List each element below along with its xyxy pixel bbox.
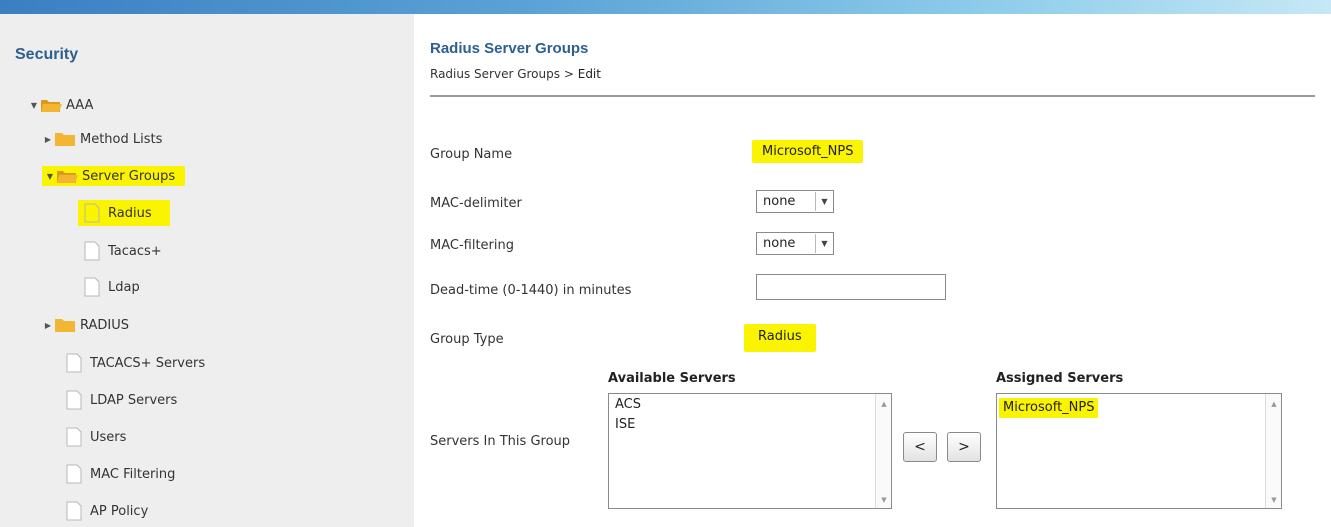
- page-icon: [82, 277, 102, 297]
- tree-item-label: Ldap: [108, 279, 140, 295]
- move-left-button[interactable]: <: [903, 432, 937, 462]
- assigned-servers-header: Assigned Servers: [996, 371, 1124, 386]
- top-banner: [0, 0, 1331, 14]
- collapsed-arrow-icon[interactable]: ▶: [42, 321, 54, 330]
- page-icon: [64, 353, 84, 373]
- tree-item-label: Tacacs+: [108, 243, 162, 259]
- tree-item-label: Server Groups: [82, 168, 176, 184]
- scroll-up-icon[interactable]: ▲: [1266, 400, 1282, 408]
- page-title: Radius Server Groups: [430, 40, 589, 57]
- group-type-label: Group Type: [430, 332, 504, 347]
- page-icon: [64, 501, 84, 521]
- tree-item-ap-policy[interactable]: AP Policy: [64, 498, 148, 524]
- page-icon: [82, 241, 102, 261]
- tree-item-label: Users: [90, 429, 127, 445]
- page-icon: [64, 427, 84, 447]
- tree-item-tacacs[interactable]: Tacacs+: [82, 238, 162, 264]
- breadcrumb-separator: >: [563, 67, 574, 81]
- scrollbar[interactable]: ▲ ▼: [875, 394, 891, 508]
- tree-item-label: TACACS+ Servers: [90, 355, 206, 371]
- list-item[interactable]: Microsoft_NPS: [997, 394, 1281, 422]
- mac-delimiter-select[interactable]: none ▼: [756, 190, 834, 213]
- tree-item-aaa[interactable]: ▼ AAA: [28, 92, 93, 118]
- tree-item-users[interactable]: Users: [64, 424, 126, 450]
- tree-item-ldap-servers[interactable]: LDAP Servers: [64, 387, 177, 413]
- tree-item-method-lists[interactable]: ▶ Method Lists: [42, 126, 162, 152]
- sidebar: Security ▼ AAA ▶ Method Lists ▼ Server G…: [0, 14, 414, 527]
- tree-item-tacacs-servers[interactable]: TACACS+ Servers: [64, 350, 205, 376]
- group-name-label: Group Name: [430, 147, 513, 162]
- servers-in-group-label: Servers In This Group: [430, 434, 571, 449]
- breadcrumb-current: Edit: [577, 67, 601, 81]
- folder-icon: [54, 131, 76, 147]
- highlight-marker: Radius: [78, 200, 170, 226]
- open-folder-icon: [56, 168, 78, 184]
- tree-item-label: RADIUS: [80, 317, 130, 333]
- dead-time-label: Dead-time (0-1440) in minutes: [430, 283, 632, 298]
- tree-item-label: LDAP Servers: [90, 392, 178, 408]
- page-icon: [82, 203, 102, 223]
- chevron-down-icon[interactable]: ▼: [815, 234, 833, 253]
- group-name-value: Microsoft_NPS: [752, 140, 864, 163]
- tree-item-server-groups[interactable]: ▼ Server Groups: [42, 163, 186, 189]
- tree-item-label: Method Lists: [80, 131, 163, 147]
- assigned-servers-list[interactable]: Microsoft_NPS ▲ ▼: [996, 393, 1282, 509]
- tree-item-ldap[interactable]: Ldap: [82, 274, 140, 300]
- mac-delimiter-value: none: [763, 194, 796, 209]
- list-item[interactable]: ACS: [609, 394, 891, 416]
- dead-time-input[interactable]: [756, 274, 946, 300]
- highlight-marker: ▼ Server Groups: [42, 166, 186, 186]
- page-icon: [64, 390, 84, 410]
- expanded-arrow-icon[interactable]: ▼: [44, 172, 56, 181]
- folder-icon: [54, 317, 76, 333]
- tree-item-label: AAA: [66, 97, 94, 113]
- list-item[interactable]: ISE: [609, 414, 891, 436]
- chevron-down-icon[interactable]: ▼: [815, 192, 833, 211]
- move-right-button[interactable]: >: [947, 432, 981, 462]
- mac-filtering-value: none: [763, 236, 796, 251]
- page-icon: [64, 464, 84, 484]
- list-item-label: Microsoft_NPS: [999, 398, 1099, 418]
- main-content: Radius Server Groups Radius Server Group…: [414, 14, 1331, 527]
- breadcrumb: Radius Server Groups > Edit: [430, 67, 601, 81]
- tree-item-radius-servers[interactable]: ▶ RADIUS: [42, 312, 129, 338]
- scroll-up-icon[interactable]: ▲: [876, 400, 892, 408]
- open-folder-icon: [40, 97, 62, 113]
- available-servers-list[interactable]: ACS ISE ▲ ▼: [608, 393, 892, 509]
- mac-filtering-select[interactable]: none ▼: [756, 232, 834, 255]
- expanded-arrow-icon[interactable]: ▼: [28, 101, 40, 110]
- mac-filtering-label: MAC-filtering: [430, 238, 514, 253]
- available-servers-header: Available Servers: [608, 371, 736, 386]
- scroll-down-icon[interactable]: ▼: [1266, 496, 1282, 504]
- header-divider: [430, 95, 1315, 97]
- breadcrumb-parent[interactable]: Radius Server Groups: [430, 67, 560, 81]
- tree-item-label: AP Policy: [90, 503, 149, 519]
- collapsed-arrow-icon[interactable]: ▶: [42, 135, 54, 144]
- tree-item-label: Radius: [108, 205, 152, 221]
- group-type-value: Radius: [744, 324, 816, 352]
- tree-item-radius[interactable]: Radius: [78, 200, 170, 226]
- tree-item-label: MAC Filtering: [90, 466, 176, 482]
- scrollbar[interactable]: ▲ ▼: [1265, 394, 1281, 508]
- sidebar-title: Security: [15, 46, 79, 63]
- tree-item-mac-filtering[interactable]: MAC Filtering: [64, 461, 175, 487]
- scroll-down-icon[interactable]: ▼: [876, 496, 892, 504]
- mac-delimiter-label: MAC-delimiter: [430, 196, 522, 211]
